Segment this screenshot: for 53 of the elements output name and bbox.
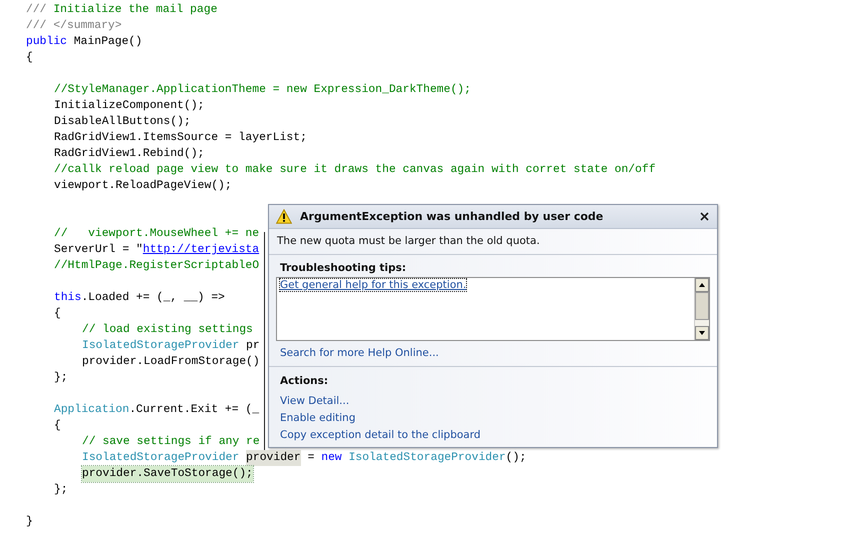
close-icon[interactable]: [700, 212, 709, 221]
code-text: pr: [245, 339, 260, 354]
url-link[interactable]: http://terjevista: [142, 242, 260, 258]
code-text: ServerUrl = ": [54, 242, 143, 258]
code-text: //callk reload page view to make sure it draws the canvas again with corret state on/off: [54, 162, 656, 178]
action-link[interactable]: Copy exception detail to the clipboard: [280, 429, 481, 441]
code-text: IsolatedStorageProvider: [82, 450, 240, 466]
code-text: Application: [54, 402, 130, 418]
code-text: {: [54, 418, 61, 434]
action-link[interactable]: Enable editing: [280, 412, 356, 424]
code-text: {: [26, 50, 33, 66]
search-help-link[interactable]: Search for more Help Online...: [280, 347, 439, 359]
scroll-up-icon[interactable]: [695, 278, 709, 292]
code-text: .Current.Exit += (_: [129, 402, 260, 418]
section-heading: Actions:: [280, 375, 328, 387]
scrollbar[interactable]: [694, 278, 709, 340]
section-heading: Troubleshooting tips:: [280, 262, 406, 274]
code-text: }: [26, 514, 33, 530]
code-text: new: [321, 451, 342, 466]
code-text: InitializeComponent();: [54, 98, 204, 114]
code-text: IsolatedStorageProvider: [82, 338, 240, 354]
code-text: RadGridView1.Rebind();: [54, 146, 204, 162]
code-text: // save settings if any re: [82, 434, 260, 450]
scroll-down-icon[interactable]: [695, 326, 709, 340]
code-text: RadGridView1.ItemsSource = layerList;: [54, 130, 307, 146]
code-text: IsolatedStorageProvider: [348, 450, 506, 466]
code-text: //StyleManager.ApplicationTheme = new Expression_DarkTheme();: [54, 82, 471, 98]
code-text: provider.LoadFromStorage(): [82, 354, 260, 370]
code-text: ///: [26, 2, 47, 18]
action-link[interactable]: View Detail...: [280, 395, 350, 407]
code-text: public: [26, 34, 68, 50]
warning-icon: [276, 209, 292, 224]
current-statement: provider.SaveToStorage();: [82, 466, 253, 482]
exception-message: The new quota must be larger than the old quota.: [269, 229, 717, 255]
code-text: };: [54, 482, 68, 498]
code-text: ();: [506, 450, 526, 466]
code-text: this: [54, 290, 82, 306]
highlighted-code: provider: [246, 450, 301, 466]
scroll-thumb[interactable]: [695, 292, 709, 320]
code-text: MainPage(): [72, 34, 142, 50]
popup-title: ArgumentException was unhandled by user code: [300, 210, 604, 223]
help-link[interactable]: Get general help for this exception.: [279, 278, 468, 292]
code-text: // load existing settings: [82, 322, 253, 338]
code-text: // viewport.MouseWheel += ne: [54, 226, 260, 242]
code-text: };: [54, 370, 68, 386]
code-text: //HtmlPage.RegisterScriptableO: [54, 258, 260, 274]
code-text: /// </summary>: [26, 18, 122, 34]
code-text: DisableAllButtons();: [54, 114, 191, 130]
code-text: .Loaded += (_, __) =>: [81, 290, 225, 306]
code-text: viewport.ReloadPageView();: [54, 178, 232, 194]
code-text: Initialize the mail page: [52, 2, 218, 18]
code-text: =: [308, 451, 314, 466]
code-text: {: [54, 306, 61, 322]
